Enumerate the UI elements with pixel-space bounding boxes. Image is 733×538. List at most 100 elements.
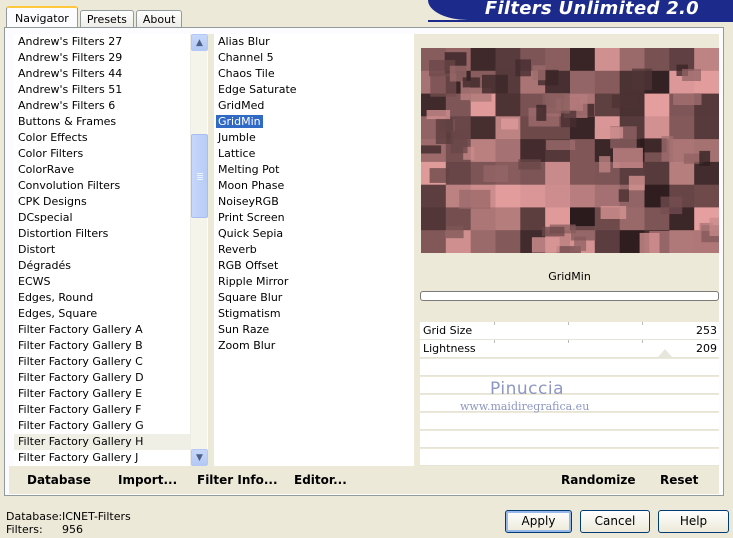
help-button[interactable]: Help (658, 510, 729, 533)
category-item[interactable]: Filter Factory Gallery B (14, 338, 190, 354)
watermark-url: www.maidiregrafica.eu (460, 400, 590, 413)
database-button[interactable]: Database (27, 473, 91, 487)
filter-info-button[interactable]: Filter Info... (197, 473, 278, 487)
filter-item[interactable]: Edge Saturate (214, 82, 414, 98)
filter-item[interactable]: Ripple Mirror (214, 274, 414, 290)
filter-item[interactable]: Channel 5 (214, 50, 414, 66)
tab-strip: Navigator Presets About (6, 6, 184, 28)
category-item[interactable]: Filter Factory Gallery C (14, 354, 190, 370)
scroll-thumb[interactable] (191, 134, 208, 218)
category-item[interactable]: Andrew's Filters 51 (14, 82, 190, 98)
title-banner: Filters Unlimited 2.0 (428, 0, 733, 20)
banner-title: Filters Unlimited 2.0 (484, 0, 699, 19)
filter-item[interactable]: Moon Phase (214, 178, 414, 194)
randomize-button[interactable]: Randomize (561, 473, 635, 487)
list-button-bar: Database Import... Filter Info... Editor… (9, 466, 414, 494)
category-item[interactable]: Filter Factory Gallery D (14, 370, 190, 386)
chevron-down-icon: ▼ (196, 452, 203, 463)
reset-button[interactable]: Reset (660, 473, 698, 487)
filter-item[interactable]: Square Blur (214, 290, 414, 306)
tab-navigator[interactable]: Navigator (6, 6, 78, 28)
filter-item[interactable]: GridMin (214, 114, 414, 130)
filter-item[interactable]: Zoom Blur (214, 338, 414, 354)
filter-item-label: Quick Sepia (218, 227, 284, 240)
tab-presets[interactable]: Presets (79, 10, 134, 28)
category-list[interactable]: Andrew's Filters 27 Andrew's Filters 29 An… (14, 34, 190, 466)
category-item[interactable]: Filter Factory Gallery G (14, 418, 190, 434)
filter-item[interactable]: GridMed (214, 98, 414, 114)
current-filter-name: GridMin (420, 266, 719, 288)
filter-item-label: Stigmatism (218, 307, 281, 320)
filter-item[interactable]: Jumble (214, 130, 414, 146)
param-value: 253 (696, 324, 717, 337)
category-item[interactable]: Convolution Filters (14, 178, 190, 194)
chevron-up-icon: ▲ (196, 37, 203, 48)
category-item[interactable]: Distort (14, 242, 190, 258)
category-item[interactable]: Filter Factory Gallery E (14, 386, 190, 402)
param-label: Lightness (423, 342, 476, 355)
category-item[interactable]: Andrew's Filters 27 (14, 34, 190, 50)
filter-item[interactable]: Print Screen (214, 210, 414, 226)
filter-item[interactable]: Sun Raze (214, 322, 414, 338)
filter-item[interactable]: RGB Offset (214, 258, 414, 274)
filter-item-label: Chaos Tile (218, 67, 275, 80)
category-item[interactable]: Edges, Square (14, 306, 190, 322)
category-item[interactable]: Dégradés (14, 258, 190, 274)
category-item[interactable]: Filter Factory Gallery F (14, 402, 190, 418)
param-lightness[interactable]: Lightness 209 (420, 340, 719, 358)
param-empty-row (420, 413, 719, 430)
filter-item-label: Moon Phase (218, 179, 285, 192)
filter-item[interactable]: Reverb (214, 242, 414, 258)
filter-item-label: Reverb (218, 243, 257, 256)
preview-button-bar: Randomize Reset (420, 466, 719, 494)
category-item[interactable]: Color Effects (14, 130, 190, 146)
status-filters-label: Filters: (6, 523, 43, 536)
filter-item[interactable]: Stigmatism (214, 306, 414, 322)
filter-item-label: GridMin (216, 115, 263, 128)
category-item[interactable]: ColorRave (14, 162, 190, 178)
category-item[interactable]: CPK Designs (14, 194, 190, 210)
filter-item-label: GridMed (218, 99, 265, 112)
category-item[interactable]: Distortion Filters (14, 226, 190, 242)
category-item[interactable]: ECWS (14, 274, 190, 290)
category-scrollbar[interactable]: ▲ ▼ (190, 34, 208, 466)
cancel-button[interactable]: Cancel (580, 510, 650, 533)
filter-item[interactable]: Quick Sepia (214, 226, 414, 242)
status-filters-value: 956 (62, 523, 83, 536)
filter-item-label: Square Blur (218, 291, 283, 304)
filter-item[interactable]: Chaos Tile (214, 66, 414, 82)
category-item[interactable]: Andrew's Filters 29 (14, 50, 190, 66)
param-grid-size[interactable]: Grid Size 253 (420, 322, 719, 340)
import-button[interactable]: Import... (118, 473, 177, 487)
param-empty-row (420, 449, 719, 466)
category-item[interactable]: Andrew's Filters 44 (14, 66, 190, 82)
filter-item-label: Print Screen (218, 211, 285, 224)
filter-item[interactable]: Alias Blur (214, 34, 414, 50)
filter-item[interactable]: Lattice (214, 146, 414, 162)
category-item[interactable]: Andrew's Filters 6 (14, 98, 190, 114)
param-empty-row (420, 359, 719, 376)
scroll-down-button[interactable]: ▼ (191, 449, 208, 466)
category-item[interactable]: Color Filters (14, 146, 190, 162)
category-item[interactable]: Filter Factory Gallery H (14, 434, 190, 450)
filter-item-label: Alias Blur (218, 35, 270, 48)
category-item[interactable]: Filter Factory Gallery A (14, 322, 190, 338)
filter-item-label: RGB Offset (218, 259, 279, 272)
filter-item[interactable]: Melting Pot (214, 162, 414, 178)
category-item[interactable]: DCspecial (14, 210, 190, 226)
param-label: Grid Size (423, 324, 473, 337)
apply-button[interactable]: Apply (505, 510, 572, 533)
scroll-up-button[interactable]: ▲ (191, 34, 208, 51)
filter-item[interactable]: NoiseyRGB (214, 194, 414, 210)
tab-about[interactable]: About (135, 10, 183, 28)
param-empty-row (420, 377, 719, 394)
category-item[interactable]: Edges, Round (14, 290, 190, 306)
filter-item-label: Jumble (218, 131, 256, 144)
editor-button[interactable]: Editor... (294, 473, 347, 487)
category-item[interactable]: Buttons & Frames (14, 114, 190, 130)
preview-canvas (421, 48, 719, 253)
banner-underline (428, 20, 733, 22)
filter-list[interactable]: Alias Blur Channel 5 Chaos Tile Edge Satura… (214, 34, 414, 466)
category-item[interactable]: Filter Factory Gallery J (14, 450, 190, 466)
param-value: 209 (696, 342, 717, 355)
